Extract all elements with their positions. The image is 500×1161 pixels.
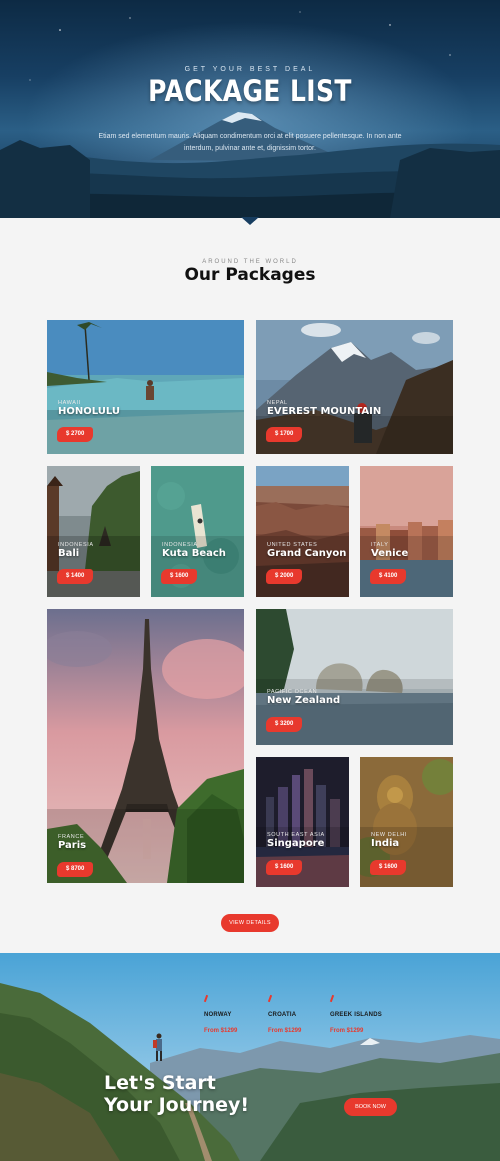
price-badge[interactable]: $ 2000 (266, 569, 303, 584)
price-badge[interactable]: $ 1600 (161, 569, 198, 584)
package-name: HONOLULU (58, 406, 121, 417)
destination-name: NORWAY (204, 1012, 232, 1018)
journey-title: Let's Start Your Journey! (104, 1072, 249, 1116)
price-badge[interactable]: $ 1700 (266, 427, 303, 442)
destination-norway[interactable]: NORWAY From $1299 (203, 994, 238, 1034)
price-badge[interactable]: $ 1400 (57, 569, 94, 584)
package-card-singapore[interactable]: SOUTH EAST ASIA Singapore $ 1600 (256, 757, 349, 887)
package-card-venice[interactable]: ITALY Venice $ 4100 (360, 466, 453, 597)
destination-price: From $1299 (268, 1028, 302, 1034)
price-badge[interactable]: $ 3200 (266, 717, 303, 732)
package-name: New Zealand (267, 695, 341, 706)
accent-tick (203, 994, 209, 1003)
hero-eyebrow: GET YOUR BEST DEAL (184, 66, 316, 73)
section-title: Our Packages (184, 265, 316, 285)
hero-notch-arrow (241, 217, 259, 225)
book-now-button[interactable]: BOOK NOW (344, 1098, 397, 1116)
package-name: Paris (58, 840, 87, 851)
package-name: Kuta Beach (162, 548, 226, 559)
package-card-kuta-beach[interactable]: INDONESIA Kuta Beach $ 1600 (151, 466, 244, 597)
package-name: Grand Canyon (267, 548, 347, 559)
package-name: EVEREST MOUNTAIN (267, 406, 382, 417)
price-badge[interactable]: $ 4100 (370, 569, 407, 584)
destination-price: From $1299 (330, 1028, 364, 1034)
hero-mountain-illustration (0, 0, 500, 218)
journey-title-line1: Let's Start (104, 1072, 216, 1094)
package-name: Venice (371, 548, 409, 559)
accent-tick (267, 994, 273, 1003)
accent-tick (329, 994, 335, 1003)
package-card-india[interactable]: NEW DELHI India $ 1600 (360, 757, 453, 887)
hero-description: Etiam sed elementum mauris. Aliquam cond… (98, 133, 402, 152)
package-card-paris[interactable]: FRANCE Paris $ 8700 (47, 609, 244, 883)
destination-price: From $1299 (204, 1028, 238, 1034)
package-card-honolulu[interactable]: HAWAII HONOLULU $ 2700 (47, 320, 244, 454)
package-name: Bali (58, 548, 80, 559)
price-badge[interactable]: $ 1600 (370, 860, 407, 875)
destination-croatia[interactable]: CROATIA From $1299 (267, 994, 302, 1034)
journey-mountain-illustration (0, 953, 500, 1161)
hero-banner: GET YOUR BEST DEAL PACKAGE LIST Etiam se… (0, 0, 500, 218)
package-card-grand-canyon[interactable]: UNITED STATES Grand Canyon $ 2000 (256, 466, 349, 597)
price-badge[interactable]: $ 1600 (266, 860, 303, 875)
package-card-bali[interactable]: INDONESIA Bali $ 1400 (47, 466, 140, 597)
package-name: Singapore (267, 838, 325, 849)
package-card-new-zealand[interactable]: PACIFIC OCEAN New Zealand $ 3200 (256, 609, 453, 745)
journey-title-line2: Your Journey! (104, 1094, 250, 1116)
package-card-everest[interactable]: NEPAL EVEREST MOUNTAIN $ 1700 (256, 320, 453, 454)
price-badge[interactable]: $ 8700 (57, 862, 94, 877)
journey-banner (0, 953, 500, 1161)
price-badge[interactable]: $ 2700 (57, 427, 94, 442)
destination-greek-islands[interactable]: GREEK ISLANDS From $1299 (329, 994, 382, 1034)
view-details-button[interactable]: VIEW DETAILS (221, 914, 279, 932)
destination-name: GREEK ISLANDS (330, 1012, 382, 1018)
page-title: PACKAGE LIST (148, 74, 352, 108)
destination-name: CROATIA (268, 1012, 297, 1018)
package-name: India (371, 838, 400, 849)
